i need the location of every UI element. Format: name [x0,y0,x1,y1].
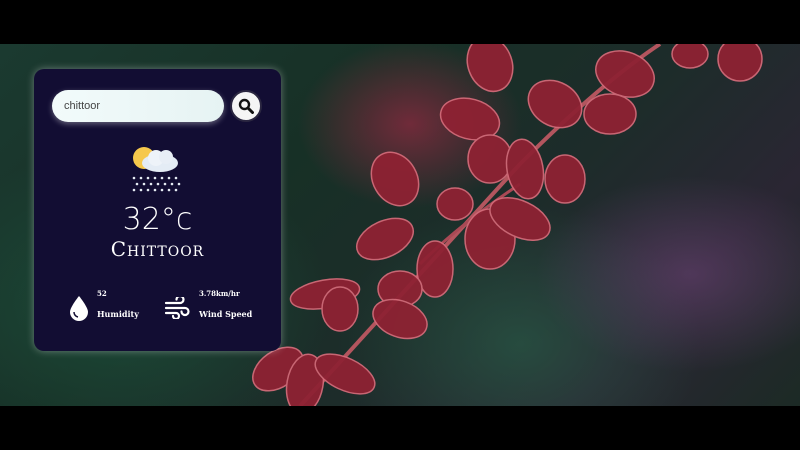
temperature-value: 32°c [122,202,193,237]
weather-card: 32°c Chittoor 52 Humidity 3.78km/hr Wind… [34,69,281,351]
search-button[interactable] [230,90,262,122]
wind-speed-value: 3.78km/hr [199,289,240,298]
background-photo: 32°c Chittoor 52 Humidity 3.78km/hr Wind… [0,44,800,406]
humidity-label: Humidity [97,309,139,319]
humidity-value: 52 [97,289,107,298]
partly-cloudy-snow-icon [132,147,181,192]
wind-speed-label: Wind Speed [199,309,253,319]
water-drop-icon [70,296,88,321]
city-name: Chittoor [110,237,205,261]
wind-icon [164,297,190,319]
magnifier-icon [238,98,254,114]
city-search-input[interactable] [52,90,224,122]
